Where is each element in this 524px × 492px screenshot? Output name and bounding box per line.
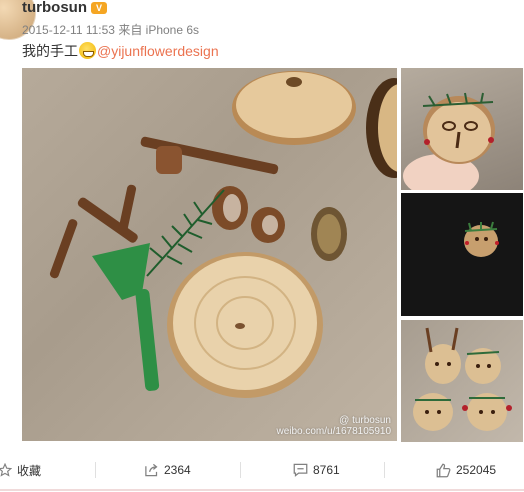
- post-text: 我的手工 @yijunflowerdesign: [22, 41, 219, 61]
- main-photo-illustration: [49, 71, 397, 398]
- action-bar: 收藏 2364 8761 252045: [0, 455, 524, 485]
- divider: [95, 462, 96, 478]
- vip-badge-icon: V: [91, 2, 107, 15]
- watermark-handle: @ turbosun: [339, 415, 391, 426]
- comment-count: 8761: [313, 463, 340, 477]
- thumbnail-photo-1[interactable]: [401, 68, 523, 190]
- thumbnail-1-illustration: [403, 92, 495, 190]
- thumbnail-2-illustration: [464, 221, 499, 257]
- grin-emoji-icon: [79, 42, 96, 59]
- comment-button[interactable]: 8761: [293, 455, 340, 485]
- thumbnail-photo-3[interactable]: [401, 320, 523, 442]
- post-meta: 2015-12-11 11:53 来自 iPhone 6s: [22, 21, 199, 38]
- comment-icon: [293, 463, 308, 477]
- divider: [240, 462, 241, 478]
- share-icon: [145, 463, 158, 477]
- star-icon: [0, 463, 12, 477]
- like-button[interactable]: 252045: [436, 455, 496, 485]
- repost-button[interactable]: 2364: [144, 455, 191, 485]
- post-timestamp[interactable]: 2015-12-11 11:53: [22, 23, 115, 37]
- like-count: 252045: [456, 463, 497, 477]
- watermark-url: weibo.com/u/1678105910: [276, 426, 391, 437]
- repost-count: 2364: [164, 463, 191, 477]
- thumbnail-photo-2[interactable]: [401, 193, 523, 316]
- thumbnail-3-illustration: [413, 327, 512, 431]
- main-photo[interactable]: @ turbosun weibo.com/u/1678105910: [22, 68, 397, 441]
- favorite-label: 收藏: [17, 463, 42, 478]
- post-text-content: 我的手工: [22, 43, 78, 59]
- photo-watermark: @ turbosun weibo.com/u/1678105910: [276, 415, 391, 437]
- card-bottom-border: [0, 489, 524, 491]
- username[interactable]: turbosun V: [22, 0, 107, 16]
- post-source: 来自 iPhone 6s: [118, 23, 200, 37]
- thumbs-up-icon: [436, 463, 451, 477]
- mention-link[interactable]: @yijunflowerdesign: [97, 43, 219, 59]
- divider: [384, 462, 385, 478]
- username-text[interactable]: turbosun: [22, 0, 87, 16]
- favorite-button[interactable]: 收藏: [0, 455, 41, 485]
